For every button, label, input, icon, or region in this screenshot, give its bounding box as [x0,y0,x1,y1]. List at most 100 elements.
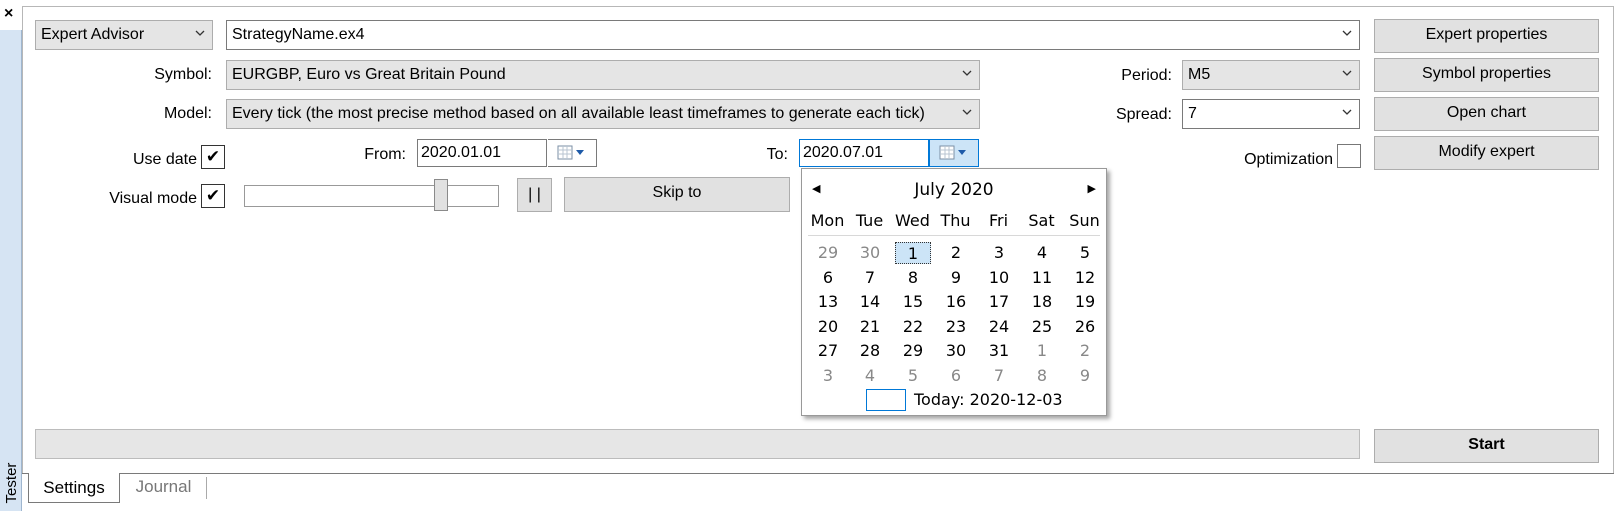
calendar-day[interactable]: 22 [895,316,931,338]
weekday-label: Fri [988,211,1009,230]
calendar-day[interactable]: 8 [895,267,931,289]
from-date-input[interactable]: 2020.01.01 [417,139,547,167]
chevron-down-icon [1342,70,1352,79]
chevron-down-icon [962,109,972,118]
calendar-day[interactable]: 29 [895,340,931,362]
calendar-day[interactable]: 23 [938,316,974,338]
symbol-properties-button[interactable]: Symbol properties [1374,58,1599,92]
symbol-value: EURGBP, Euro vs Great Britain Pound [232,66,506,83]
start-button[interactable]: Start [1374,429,1599,463]
next-month-icon[interactable]: ▶ [1088,182,1096,195]
model-value: Every tick (the most precise method base… [232,105,925,122]
visual-mode-checkbox[interactable]: ✔ [201,184,225,208]
modify-expert-button[interactable]: Modify expert [1374,136,1599,170]
calendar-day[interactable]: 15 [895,291,931,313]
calendar-day[interactable]: 3 [810,365,846,387]
tab-strip-line [22,473,1614,474]
calendar-day[interactable]: 9 [1067,365,1103,387]
calendar-day[interactable]: 16 [938,291,974,313]
to-calendar-button[interactable] [929,139,979,167]
weekday-label: Tue [855,211,884,230]
calendar-day[interactable]: 25 [1024,316,1060,338]
to-date-input[interactable]: 2020.07.01 [799,139,929,167]
calendar-divider [808,235,1100,236]
calendar-day[interactable]: 30 [938,340,974,362]
close-icon[interactable]: × [4,6,13,22]
calendar-day[interactable]: 27 [810,340,846,362]
expert-file-select[interactable]: StrategyName.ex4 [226,20,1360,50]
calendar-day[interactable]: 12 [1067,267,1103,289]
calendar-day[interactable]: 21 [852,316,888,338]
model-select[interactable]: Every tick (the most precise method base… [226,99,980,129]
tab-settings[interactable]: Settings [28,473,120,503]
use-date-checkbox[interactable]: ✔ [201,145,225,169]
calendar-popup: ◀ July 2020 ▶ Mon Tue Wed Thu Fri Sat Sun 29 30… [801,168,1107,416]
calendar-day[interactable]: 24 [981,316,1017,338]
calendar-day[interactable]: 11 [1024,267,1060,289]
to-label: To: [766,146,788,163]
spread-select[interactable]: 7 [1182,99,1360,129]
symbol-select[interactable]: EURGBP, Euro vs Great Britain Pound [226,60,980,90]
today-marker [866,389,906,411]
chevron-down-icon [1342,30,1352,39]
from-calendar-button[interactable] [548,139,597,167]
period-value: M5 [1188,66,1211,83]
from-label: From: [364,146,406,163]
visual-mode-label: Visual mode [109,190,197,207]
expert-type-select[interactable]: Expert Advisor [35,20,213,50]
calendar-day[interactable]: 5 [895,365,931,387]
weekday-label: Sat [1028,211,1055,230]
calendar-day[interactable]: 18 [1024,291,1060,313]
tab-journal[interactable]: Journal [121,477,207,499]
tester-label: Tester [3,462,20,504]
open-chart-button[interactable]: Open chart [1374,97,1599,131]
calendar-day[interactable]: 1 [1024,340,1060,362]
calendar-day[interactable]: 7 [981,365,1017,387]
visual-speed-slider[interactable] [244,185,499,207]
skip-to-button[interactable]: Skip to [564,177,790,212]
test-progress-bar [35,429,1360,459]
calendar-day[interactable]: 3 [981,242,1017,264]
calendar-day[interactable]: 4 [1024,242,1060,264]
calendar-day[interactable]: 5 [1067,242,1103,264]
spread-label: Spread: [1115,106,1172,123]
calendar-day[interactable]: 2 [1067,340,1103,362]
calendar-day[interactable]: 9 [938,267,974,289]
weekday-label: Wed [895,211,930,230]
calendar-day[interactable]: 29 [810,242,846,264]
calendar-month-title[interactable]: July 2020 [802,180,1106,200]
calendar-day[interactable]: 26 [1067,316,1103,338]
calendar-day[interactable]: 2 [938,242,974,264]
expert-properties-button[interactable]: Expert properties [1374,19,1599,53]
calendar-day[interactable]: 4 [852,365,888,387]
expert-type-value: Expert Advisor [41,26,145,43]
optimization-checkbox[interactable] [1337,144,1361,168]
calendar-day[interactable]: 6 [810,267,846,289]
calendar-day[interactable]: 30 [852,242,888,264]
calendar-day[interactable]: 13 [810,291,846,313]
today-link[interactable]: Today: 2020-12-03 [914,390,1063,409]
calendar-day[interactable]: 1 [895,242,931,264]
use-date-label: Use date [132,151,197,168]
calendar-day[interactable]: 10 [981,267,1017,289]
period-select[interactable]: M5 [1182,60,1360,90]
slider-thumb[interactable] [434,179,449,211]
calendar-day[interactable]: 28 [852,340,888,362]
chevron-down-icon [1342,109,1352,118]
pause-button[interactable]: | | [517,178,552,212]
chevron-down-icon [195,30,205,39]
calendar-day[interactable]: 7 [852,267,888,289]
calendar-day[interactable]: 14 [852,291,888,313]
calendar-day[interactable]: 31 [981,340,1017,362]
calendar-day[interactable]: 20 [810,316,846,338]
calendar-icon [557,145,584,160]
weekday-label: Mon [810,211,845,230]
calendar-day[interactable]: 6 [938,365,974,387]
calendar-day[interactable]: 17 [981,291,1017,313]
calendar-day[interactable]: 8 [1024,365,1060,387]
calendar-icon [939,145,966,160]
chevron-down-icon [962,70,972,79]
tester-side-strip [0,0,22,511]
calendar-day[interactable]: 19 [1067,291,1103,313]
symbol-label: Symbol: [154,66,212,83]
